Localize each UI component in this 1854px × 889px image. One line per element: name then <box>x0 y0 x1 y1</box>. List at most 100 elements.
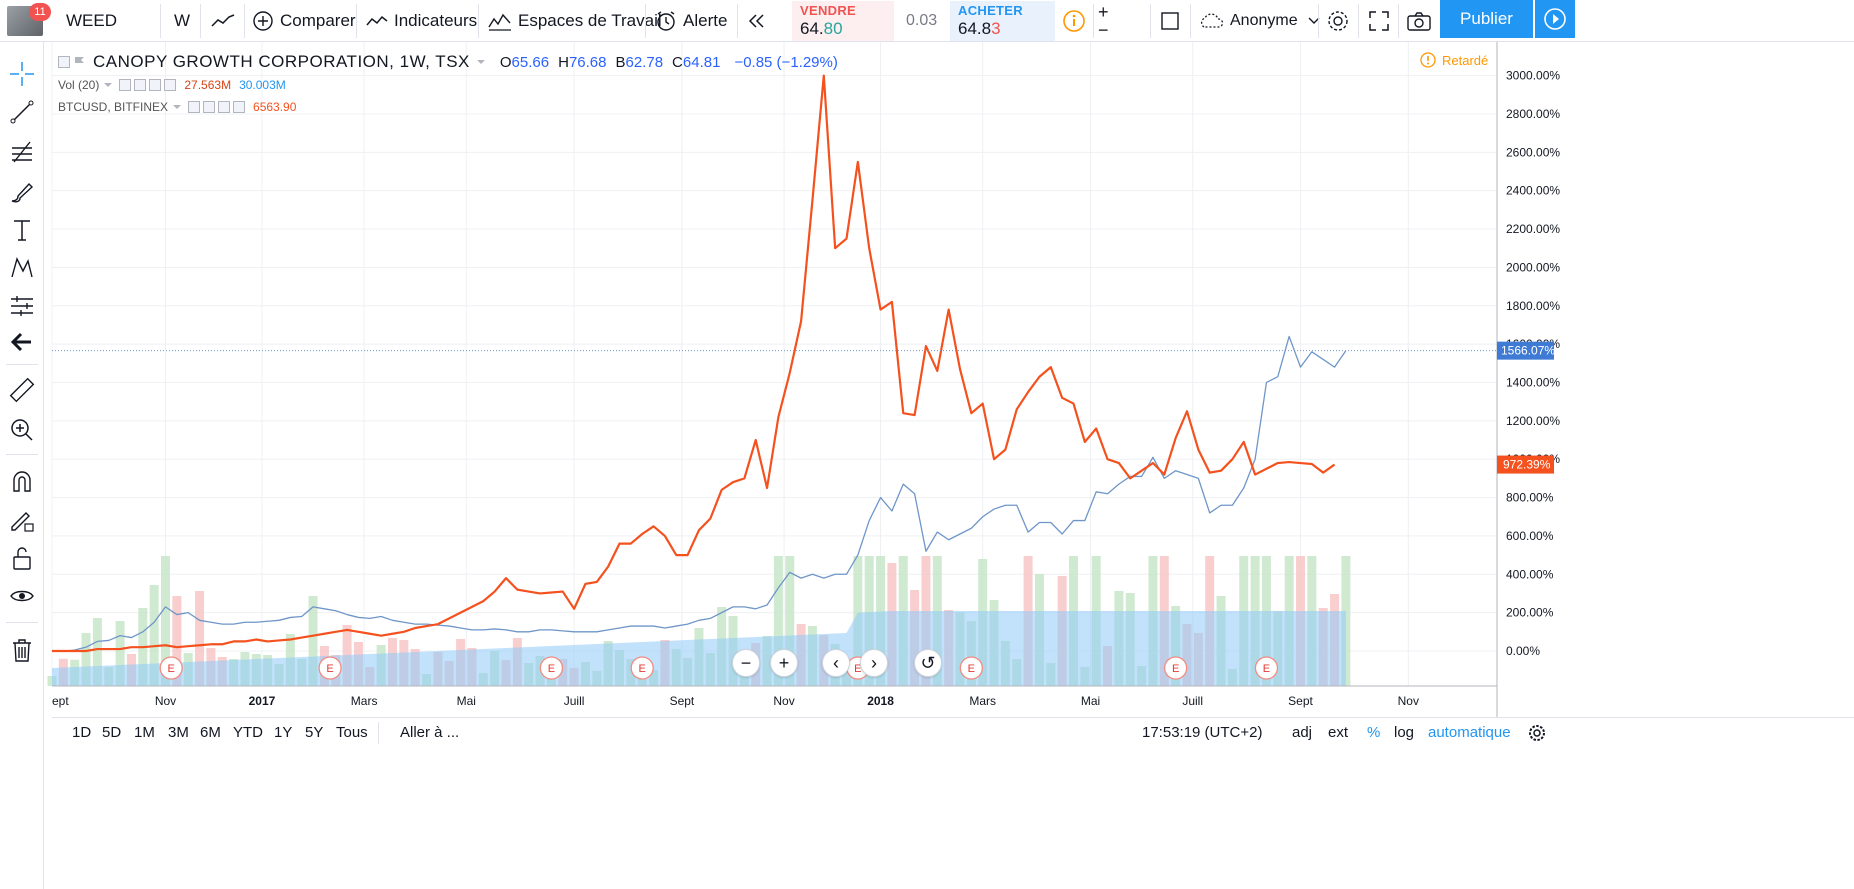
quantity-stepper[interactable]: + − <box>1098 0 1109 42</box>
btc-value: 6563.90 <box>253 100 297 114</box>
close-value: 64.81 <box>682 53 721 71</box>
hide-toolbar-button[interactable] <box>8 328 36 356</box>
warning-icon <box>1420 52 1436 68</box>
compare-button[interactable]: Comparer <box>252 0 356 42</box>
delete-drawings-tool[interactable] <box>8 636 36 664</box>
open-label: O <box>499 53 512 71</box>
settings-button[interactable] <box>1326 0 1350 42</box>
trendline-tool[interactable] <box>8 98 36 126</box>
publish-button[interactable]: Publier <box>1440 0 1533 38</box>
fullscreen-button[interactable] <box>1368 0 1390 42</box>
x-tick-label: Sept <box>1288 694 1313 708</box>
range-1d[interactable]: 1D <box>72 724 91 741</box>
y-tick-label: 400.00% <box>1506 567 1554 581</box>
snapshot-button[interactable] <box>1406 0 1432 42</box>
pattern-tool[interactable] <box>8 254 36 282</box>
crosshair-tool[interactable] <box>8 60 36 88</box>
text-tool[interactable] <box>8 216 36 244</box>
chart-style-button[interactable] <box>210 0 236 42</box>
scroll-right-button[interactable]: › <box>860 649 888 677</box>
collapse-icon[interactable] <box>58 56 70 68</box>
chevron-down-icon[interactable] <box>476 58 486 66</box>
sell-price: 64.80 <box>800 19 843 38</box>
close-icon[interactable] <box>233 101 246 113</box>
ext-toggle[interactable]: ext <box>1328 724 1348 741</box>
notification-badge[interactable]: 11 <box>29 3 51 21</box>
layout-menu[interactable]: Anonyme <box>1198 0 1320 42</box>
adj-toggle[interactable]: adj <box>1292 724 1312 741</box>
gear-icon[interactable] <box>203 101 216 113</box>
visibility-tool[interactable] <box>8 582 36 610</box>
range-1y[interactable]: 1Y <box>274 724 292 741</box>
zoom-in-button[interactable]: + <box>770 649 798 677</box>
alert-button[interactable]: Alerte <box>655 0 727 42</box>
brush-tool[interactable] <box>8 178 36 206</box>
unlock-icon <box>13 547 31 570</box>
magnet-tool[interactable] <box>8 468 36 496</box>
eye-icon[interactable] <box>119 79 132 91</box>
x-tick-label: Mars <box>351 694 378 708</box>
zoom-out-button[interactable]: − <box>732 649 760 677</box>
range-5y[interactable]: 5Y <box>305 724 323 741</box>
delayed-indicator[interactable]: Retardé <box>1420 52 1488 68</box>
x-tick-label: Juill <box>564 694 585 708</box>
x-tick-label: Juill <box>1182 694 1203 708</box>
gear-icon[interactable] <box>134 79 147 91</box>
close-icon[interactable] <box>164 79 177 91</box>
ruler-tool[interactable] <box>8 376 36 404</box>
buy-button[interactable]: ACHETER 64.83 <box>950 1 1055 41</box>
range-all[interactable]: Tous <box>336 724 368 741</box>
y-tick-label: 1400.00% <box>1506 375 1560 389</box>
fib-tool[interactable] <box>8 138 36 166</box>
chevron-right-icon: › <box>871 652 877 673</box>
pitchfork-icon <box>12 141 32 163</box>
publish-menu-button[interactable] <box>1535 0 1575 38</box>
range-1m[interactable]: 1M <box>134 724 155 741</box>
goto-date-button[interactable]: Aller à ... <box>400 724 459 741</box>
indicators-button[interactable]: Indicateurs <box>366 0 477 42</box>
low-value: 62.78 <box>625 53 664 71</box>
minus-icon[interactable]: − <box>1098 21 1109 39</box>
plus-icon[interactable] <box>218 101 231 113</box>
lock-drawings-tool[interactable] <box>8 506 36 534</box>
lock-tool[interactable] <box>8 544 36 572</box>
plus-icon[interactable] <box>149 79 162 91</box>
earnings-marker-label: E <box>1172 663 1179 675</box>
chevron-down-icon[interactable] <box>103 81 113 89</box>
log-toggle[interactable]: log <box>1394 724 1414 741</box>
plus-icon: + <box>778 652 790 673</box>
eye-icon[interactable] <box>188 101 201 113</box>
zoom-tool[interactable] <box>8 416 36 444</box>
ruler-icon <box>9 377 35 403</box>
delayed-label: Retardé <box>1442 52 1489 68</box>
scroll-left-button[interactable]: ‹ <box>822 649 850 677</box>
flag-icon[interactable] <box>73 55 87 69</box>
chart-settings-button[interactable] <box>1528 724 1546 746</box>
interval-button[interactable]: W <box>174 0 190 42</box>
range-ytd[interactable]: YTD <box>233 724 263 741</box>
percent-toggle[interactable]: % <box>1367 724 1380 741</box>
range-5d[interactable]: 5D <box>102 724 121 741</box>
play-circle-icon <box>1544 8 1566 30</box>
plus-icon[interactable]: + <box>1098 3 1109 21</box>
range-6m[interactable]: 6M <box>200 724 221 741</box>
chevron-down-icon[interactable] <box>172 103 182 111</box>
symbol-search[interactable]: WEED <box>66 0 117 42</box>
clock-display[interactable]: 17:53:19 (UTC+2) <box>1142 724 1262 741</box>
expand-icon <box>1369 11 1389 31</box>
chart-canvas[interactable]: EEEEEEEE 3000.00%2800.00%2600.00%2400.00… <box>0 0 1854 889</box>
range-3m[interactable]: 3M <box>168 724 189 741</box>
workspaces-button[interactable]: Espaces de Travail <box>488 0 662 42</box>
prediction-tool[interactable] <box>8 292 36 320</box>
auto-scale-toggle[interactable]: automatique <box>1428 724 1511 741</box>
info-button[interactable] <box>1062 0 1086 42</box>
fullscreen-toggle[interactable] <box>1160 0 1180 42</box>
low-label: B <box>615 53 626 71</box>
reset-chart-button[interactable]: ↺ <box>914 649 942 677</box>
earnings-marker-label: E <box>548 663 555 675</box>
eye-icon <box>10 590 34 602</box>
x-tick-label: Sept <box>670 694 695 708</box>
sell-button[interactable]: VENDRE 64.80 <box>792 1 894 41</box>
replay-button[interactable] <box>747 0 767 42</box>
trash-icon <box>13 639 31 662</box>
